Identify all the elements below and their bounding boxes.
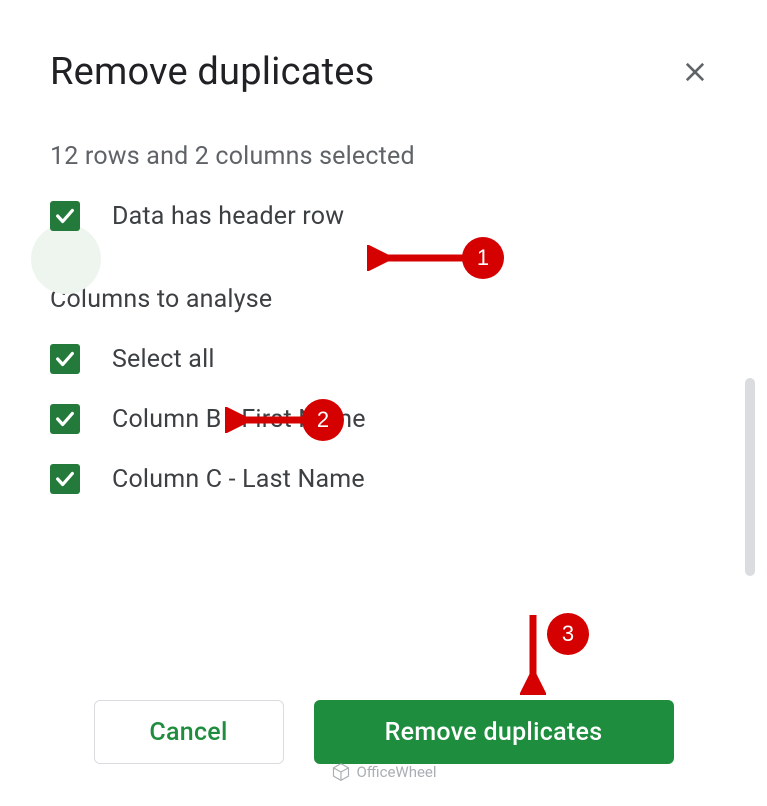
columns-list: Select all Column B - First Name Column … (50, 344, 717, 494)
submit-button[interactable]: Remove duplicates (314, 700, 674, 764)
column-row: Column B - First Name (50, 404, 717, 434)
annotation-badge-1: 1 (462, 237, 504, 279)
column-checkbox[interactable] (50, 404, 80, 434)
cancel-button[interactable]: Cancel (94, 700, 284, 764)
column-checkbox[interactable] (50, 464, 80, 494)
annotation-badge-2: 2 (302, 399, 344, 441)
check-icon (54, 468, 76, 490)
dialog-header: Remove duplicates (50, 50, 717, 94)
annotation-arrow-2 (225, 407, 305, 433)
annotation-arrow-1 (367, 245, 467, 271)
header-row-checkbox[interactable] (50, 201, 80, 231)
annotation-badge-3: 3 (547, 613, 589, 655)
watermark-icon (330, 762, 350, 782)
watermark-text: OfficeWheel (356, 763, 436, 781)
dialog-title: Remove duplicates (50, 50, 374, 94)
watermark: OfficeWheel (330, 762, 436, 782)
checkbox-focus-halo (31, 224, 101, 294)
header-row-label: Data has header row (112, 202, 344, 231)
check-icon (54, 205, 76, 227)
header-row-option: Data has header row (50, 201, 717, 231)
close-icon (681, 58, 709, 86)
column-row: Column C - Last Name (50, 464, 717, 494)
select-all-checkbox[interactable] (50, 344, 80, 374)
close-button[interactable] (673, 50, 717, 94)
select-all-row: Select all (50, 344, 717, 374)
select-all-label: Select all (112, 345, 215, 374)
columns-section-title: Columns to analyse (50, 285, 717, 314)
selection-info-text: 12 rows and 2 columns selected (50, 142, 717, 171)
remove-duplicates-dialog: Remove duplicates 12 rows and 2 columns … (0, 0, 767, 806)
check-icon (54, 408, 76, 430)
annotation-arrow-3 (520, 615, 546, 695)
dialog-footer: Cancel Remove duplicates (0, 700, 767, 764)
scrollbar-thumb[interactable] (745, 378, 755, 576)
check-icon (54, 348, 76, 370)
column-label: Column C - Last Name (112, 465, 365, 494)
